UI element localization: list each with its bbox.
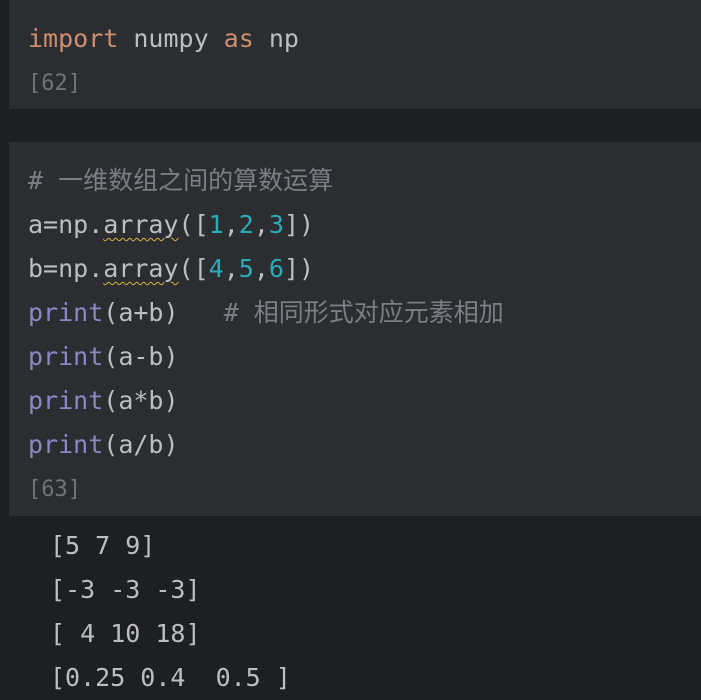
array-call-warning: array [103,254,179,283]
keyword-as: as [223,24,254,53]
code-punct: ([ [178,210,209,239]
builtin-print: print [28,298,104,327]
output-line: [ 4 10 18] [50,619,201,648]
module-name: numpy [118,24,224,53]
code-spacer [179,298,224,327]
array-call-warning: array [103,210,179,239]
code-cell-array-ops[interactable]: # 一维数组之间的算数运算 a=np.array([1,2,3]) b=np.a… [9,142,701,516]
output-line: [0.25 0.4 0.5 ] [50,663,291,692]
code-line-import[interactable]: import numpy as np [28,21,299,57]
number-literal: 2 [238,210,254,239]
code-line-print-sub[interactable]: print(a-b) [28,339,179,375]
execution-count: [63] [28,477,81,502]
code-line-print-div[interactable]: print(a/b) [28,427,179,463]
code-punct: , [253,210,269,239]
number-literal: 5 [238,254,254,283]
number-literal: 3 [268,210,284,239]
code-punct: , [223,210,239,239]
print-args: (a/b) [103,430,179,459]
number-literal: 6 [268,254,284,283]
code-line-print-mul[interactable]: print(a*b) [28,383,179,419]
module-alias: np [253,24,299,53]
code-punct: , [223,254,239,283]
code-text: b=np. [28,254,104,283]
print-args: (a+b) [103,298,179,327]
code-line-a-assign[interactable]: a=np.array([1,2,3]) [28,207,314,243]
execution-count: [62] [28,71,81,96]
builtin-print: print [28,342,104,371]
code-text: a=np. [28,210,104,239]
code-line-print-add[interactable]: print(a+b) # 相同形式对应元素相加 [28,295,504,331]
builtin-print: print [28,386,104,415]
print-args: (a*b) [103,386,179,415]
code-punct: ]) [283,210,315,239]
number-literal: 4 [208,254,224,283]
code-punct: , [253,254,269,283]
inline-comment: # 相同形式对应元素相加 [223,298,504,327]
builtin-print: print [28,430,104,459]
code-line-b-assign[interactable]: b=np.array([4,5,6]) [28,251,314,287]
output-line: [5 7 9] [50,531,156,560]
print-args: (a-b) [103,342,179,371]
code-punct: ]) [283,254,315,283]
code-punct: ([ [178,254,209,283]
keyword-import: import [28,24,119,53]
number-literal: 1 [208,210,224,239]
code-cell-import[interactable]: import numpy as np [62] [9,0,701,109]
output-line: [-3 -3 -3] [50,575,201,604]
code-comment-line: # 一维数组之间的算数运算 [28,166,334,195]
